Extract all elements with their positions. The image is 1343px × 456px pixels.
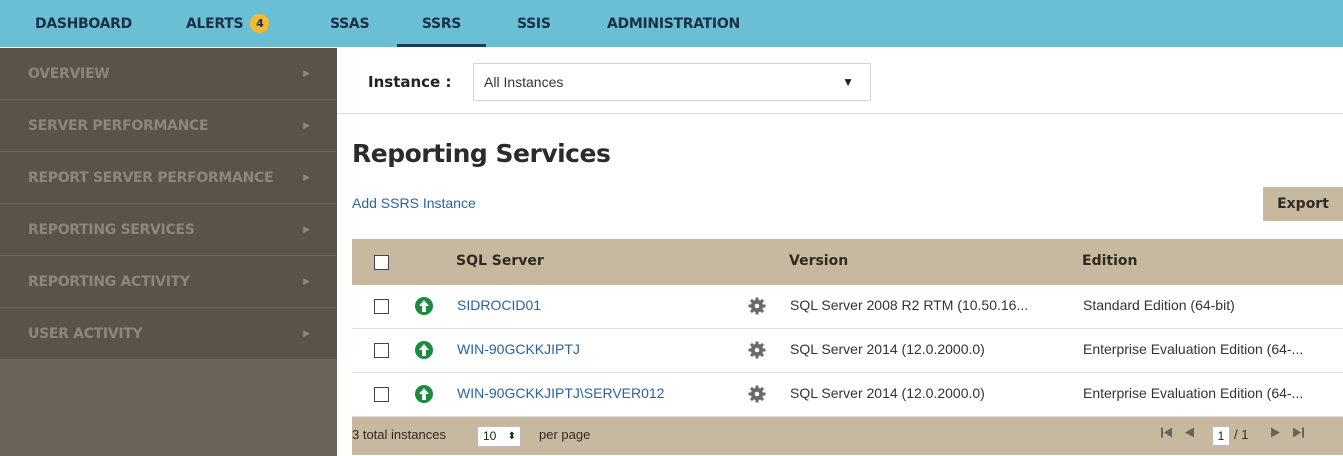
- sidebar-item-label: OVERVIEW: [28, 65, 110, 82]
- sidebar-item-report-server-performance[interactable]: REPORT SERVER PERFORMANCE ▶: [0, 152, 337, 204]
- next-page-icon[interactable]: [1270, 426, 1282, 442]
- gear-icon[interactable]: [748, 385, 766, 408]
- chevron-right-icon: ▶: [303, 68, 310, 78]
- sidebar-item-server-performance[interactable]: SERVER PERFORMANCE ▶: [0, 100, 337, 152]
- first-page-icon[interactable]: [1160, 426, 1173, 442]
- instance-label: Instance :: [368, 73, 452, 91]
- tab-label: SSAS: [330, 15, 370, 32]
- per-page-text: per page: [539, 427, 591, 442]
- tab-label: ADMINISTRATION: [607, 15, 740, 32]
- status-up-icon: [415, 341, 433, 359]
- tab-administration[interactable]: ADMINISTRATION: [607, 0, 740, 47]
- spinner-icon: ⬍: [507, 431, 516, 442]
- current-page-input[interactable]: 1: [1212, 426, 1230, 446]
- sidebar-item-reporting-activity[interactable]: REPORTING ACTIVITY ▶: [0, 256, 337, 308]
- version-cell: SQL Server 2014 (12.0.2000.0): [790, 341, 985, 357]
- tab-ssas[interactable]: SSAS: [330, 0, 370, 47]
- chevron-right-icon: ▶: [303, 172, 310, 182]
- caret-down-icon: ▼: [842, 75, 854, 89]
- tab-label: SSRS: [421, 15, 462, 32]
- gear-icon[interactable]: [748, 297, 766, 320]
- table-row: WIN-90GCKKJIPTJ SQL Server 2014 (12.0.20…: [352, 329, 1343, 373]
- version-cell: SQL Server 2008 R2 RTM (10.50.16...: [790, 297, 1029, 313]
- server-name-link[interactable]: SIDROCID01: [457, 297, 541, 313]
- column-header-version[interactable]: Version: [789, 253, 848, 269]
- tab-label: DASHBOARD: [35, 15, 132, 32]
- sidebar: OVERVIEW ▶ SERVER PERFORMANCE ▶ REPORT S…: [0, 48, 337, 456]
- edition-cell: Enterprise Evaluation Edition (64-...: [1083, 385, 1304, 401]
- top-navigation: DASHBOARD ALERTS 4 SSAS SSRS SSIS ADMINI…: [0, 0, 1343, 47]
- main-content: Instance : All Instances ▼ Reporting Ser…: [337, 47, 1343, 456]
- server-name-link[interactable]: WIN-90GCKKJIPTJ\SERVER012: [457, 385, 664, 401]
- instances-grid: SQL Server Version Edition SIDROCID01 SQ…: [352, 239, 1343, 455]
- gear-icon[interactable]: [748, 341, 766, 364]
- total-pages-text: / 1: [1234, 427, 1249, 442]
- version-cell: SQL Server 2014 (12.0.2000.0): [790, 385, 985, 401]
- edition-cell: Standard Edition (64-bit): [1083, 297, 1235, 313]
- sidebar-item-reporting-services[interactable]: REPORTING SERVICES ▶: [0, 204, 337, 256]
- last-page-icon[interactable]: [1292, 426, 1305, 442]
- instance-select-value: All Instances: [484, 74, 564, 90]
- row-checkbox[interactable]: [374, 387, 389, 402]
- tab-label: ALERTS: [186, 15, 244, 32]
- export-button[interactable]: Export: [1263, 187, 1343, 221]
- alerts-count-badge: 4: [250, 14, 270, 33]
- sidebar-item-user-activity[interactable]: USER ACTIVITY ▶: [0, 308, 337, 360]
- tab-alerts[interactable]: ALERTS 4: [186, 0, 270, 47]
- tab-label: SSIS: [517, 15, 551, 32]
- grid-footer: 3 total instances 10 ⬍ per page 1 / 1: [352, 417, 1343, 455]
- sidebar-item-label: REPORTING SERVICES: [28, 221, 195, 238]
- chevron-right-icon: ▶: [303, 224, 310, 234]
- add-ssrs-instance-link[interactable]: Add SSRS Instance: [352, 195, 476, 211]
- chevron-right-icon: ▶: [303, 276, 310, 286]
- tab-ssrs[interactable]: SSRS: [397, 0, 486, 47]
- tab-ssis[interactable]: SSIS: [517, 0, 551, 47]
- column-header-edition[interactable]: Edition: [1082, 253, 1137, 269]
- status-up-icon: [415, 385, 433, 403]
- table-row: WIN-90GCKKJIPTJ\SERVER012 SQL Server 201…: [352, 373, 1343, 417]
- edition-cell: Enterprise Evaluation Edition (64-...: [1083, 341, 1304, 357]
- tab-dashboard[interactable]: DASHBOARD: [35, 0, 132, 47]
- row-checkbox[interactable]: [374, 343, 389, 358]
- status-up-icon: [415, 297, 433, 315]
- sidebar-item-label: REPORTING ACTIVITY: [28, 273, 190, 290]
- row-checkbox[interactable]: [374, 299, 389, 314]
- sidebar-item-label: REPORT SERVER PERFORMANCE: [28, 169, 274, 186]
- sidebar-item-label: USER ACTIVITY: [28, 325, 143, 342]
- page-size-stepper[interactable]: 10 ⬍: [477, 426, 521, 447]
- total-instances-text: 3 total instances: [352, 427, 446, 442]
- instance-filter-bar: Instance : All Instances ▼: [337, 47, 1343, 114]
- page-size-value: 10: [483, 429, 497, 443]
- chevron-right-icon: ▶: [303, 328, 310, 338]
- previous-page-icon[interactable]: [1183, 426, 1195, 442]
- instance-select[interactable]: All Instances ▼: [473, 63, 871, 101]
- server-name-link[interactable]: WIN-90GCKKJIPTJ: [457, 341, 580, 357]
- table-row: SIDROCID01 SQL Server 2008 R2 RTM (10.50…: [352, 285, 1343, 329]
- column-header-sql-server[interactable]: SQL Server: [456, 253, 544, 269]
- grid-header: SQL Server Version Edition: [352, 239, 1343, 285]
- select-all-checkbox[interactable]: [374, 255, 389, 270]
- sidebar-item-overview[interactable]: OVERVIEW ▶: [0, 48, 337, 100]
- sidebar-item-label: SERVER PERFORMANCE: [28, 117, 209, 134]
- chevron-right-icon: ▶: [303, 120, 310, 130]
- page-title: Reporting Services: [352, 139, 611, 168]
